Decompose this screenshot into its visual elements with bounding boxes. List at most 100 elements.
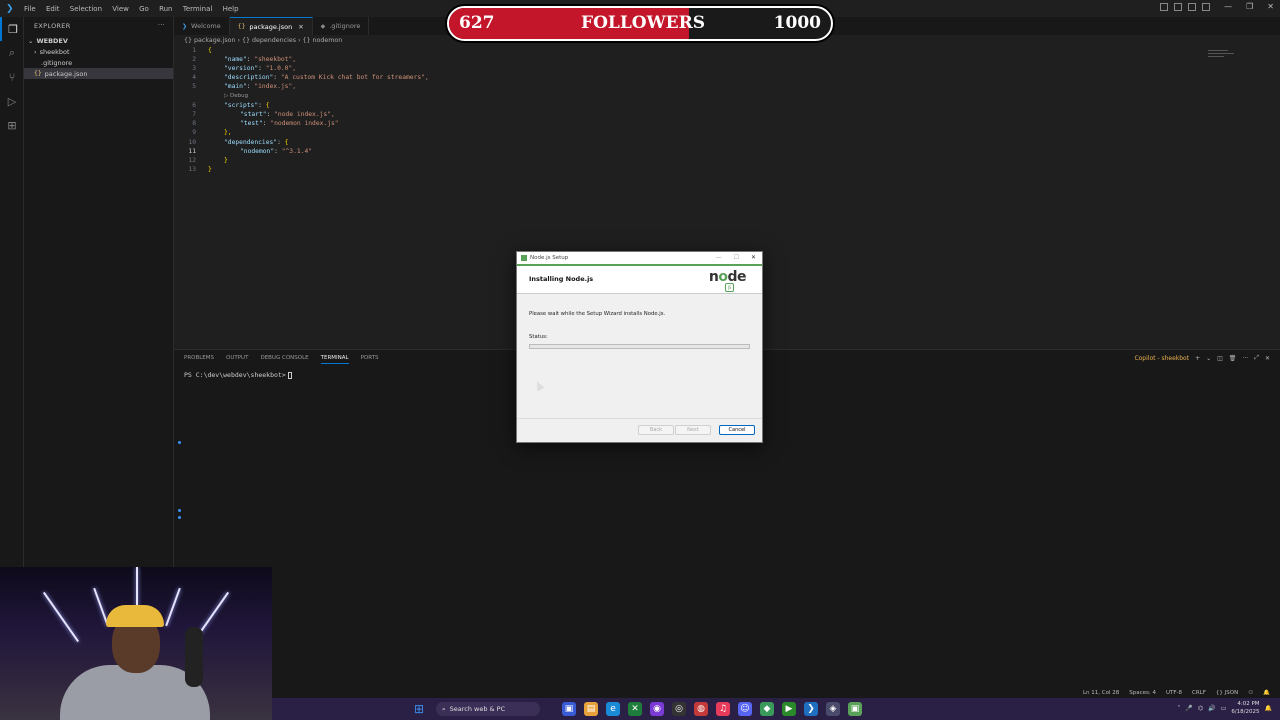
- line-number: 7: [192, 111, 196, 118]
- network-icon[interactable]: ⌬: [1198, 705, 1203, 712]
- layout-sidebar-icon[interactable]: [1160, 3, 1168, 11]
- minimize-icon[interactable]: —: [1224, 2, 1232, 11]
- tab-terminal[interactable]: TERMINAL: [320, 355, 349, 364]
- minimap[interactable]: [1208, 48, 1234, 60]
- chevron-down-icon[interactable]: ⌄: [1206, 355, 1211, 362]
- followers-label: FOLLOWERS: [581, 13, 706, 33]
- close-tab-icon[interactable]: ✕: [298, 23, 303, 31]
- menu-edit[interactable]: Edit: [46, 5, 60, 13]
- status-indentation[interactable]: Spaces: 4: [1129, 690, 1156, 696]
- tree-item-gitignore[interactable]: .gitignore: [24, 57, 173, 68]
- codelens-debug[interactable]: ▷ Debug: [224, 93, 248, 99]
- minimize-icon[interactable]: —: [716, 254, 722, 261]
- json-key: "name": [224, 56, 247, 63]
- menu-terminal[interactable]: Terminal: [183, 5, 213, 13]
- notifications-icon[interactable]: 🔔: [1263, 690, 1270, 696]
- status-cursor-position[interactable]: Ln 11, Col 28: [1083, 690, 1119, 696]
- chrome-icon[interactable]: ◍: [694, 702, 708, 716]
- status-eol[interactable]: CRLF: [1192, 690, 1206, 696]
- code-line: "test": "nodemon index.js": [240, 120, 339, 127]
- next-button[interactable]: Next: [675, 425, 711, 435]
- json-key: "test": [240, 120, 263, 127]
- menu-selection[interactable]: Selection: [70, 5, 102, 13]
- taskbar-search[interactable]: ⌕ Search web & PC: [436, 702, 540, 716]
- close-panel-icon[interactable]: ✕: [1265, 355, 1270, 362]
- more-actions-icon[interactable]: ···: [1242, 355, 1248, 362]
- json-key: "main": [224, 83, 247, 90]
- tab-ports[interactable]: PORTS: [361, 355, 379, 364]
- maximize-icon[interactable]: ☐: [734, 254, 739, 261]
- folder-root[interactable]: ⌄ WEBDEV: [24, 35, 173, 46]
- code-brace: },: [224, 129, 232, 136]
- tree-item-package-json[interactable]: {} package.json: [24, 68, 173, 79]
- chevron-up-icon[interactable]: ˄: [1177, 705, 1180, 712]
- menu-run[interactable]: Run: [159, 5, 172, 13]
- volume-icon[interactable]: 🔊: [1208, 705, 1215, 712]
- tree-item-sheekbot[interactable]: › sheekbot: [24, 46, 173, 57]
- edge-icon[interactable]: e: [606, 702, 620, 716]
- layout-secondary-icon[interactable]: [1188, 3, 1196, 11]
- terminal-prompt[interactable]: PS C:\dev\webdev\sheekbot>: [184, 371, 292, 379]
- app-icon[interactable]: ◆: [760, 702, 774, 716]
- music-icon[interactable]: ♫: [716, 702, 730, 716]
- app-icon[interactable]: ◉: [650, 702, 664, 716]
- restore-icon[interactable]: ❐: [1246, 2, 1253, 11]
- tab-output[interactable]: OUTPUT: [226, 355, 248, 364]
- layout-customize-icon[interactable]: [1202, 3, 1210, 11]
- node-setup-icon[interactable]: ▣: [848, 702, 862, 716]
- explorer-icon[interactable]: ❐: [0, 17, 24, 41]
- file-explorer-icon[interactable]: ▤: [584, 702, 598, 716]
- menu-bar: File Edit Selection View Go Run Terminal…: [24, 5, 247, 13]
- tab-package-json[interactable]: {} package.json ✕: [229, 17, 313, 35]
- vscode-taskbar-icon[interactable]: ❯: [804, 702, 818, 716]
- layout-panel-icon[interactable]: [1174, 3, 1182, 11]
- breadcrumb-nodemon[interactable]: {} nodemon: [303, 37, 343, 44]
- menu-help[interactable]: Help: [223, 5, 239, 13]
- breadcrumb-dependencies[interactable]: {} dependencies: [242, 37, 296, 44]
- breadcrumb-file[interactable]: {} package.json: [184, 37, 235, 44]
- close-icon[interactable]: ✕: [1267, 2, 1274, 11]
- back-button[interactable]: Back: [638, 425, 674, 435]
- followers-goal: 1000: [773, 13, 821, 33]
- source-control-icon[interactable]: ⑂: [0, 65, 24, 89]
- tab-label: .gitignore: [329, 22, 361, 30]
- line-number: 2: [192, 56, 196, 63]
- tab-problems[interactable]: PROBLEMS: [184, 355, 214, 364]
- run-debug-icon[interactable]: ▷: [0, 89, 24, 113]
- split-terminal-icon[interactable]: ◫: [1217, 355, 1223, 362]
- discord-icon[interactable]: ☺: [738, 702, 752, 716]
- mic-icon[interactable]: 🎤: [1185, 705, 1192, 712]
- code-brace: {: [208, 47, 212, 54]
- status-encoding[interactable]: UTF-8: [1166, 690, 1182, 696]
- code-brace: }: [224, 157, 228, 164]
- windows-taskbar: ⊞ ⌕ Search web & PC ▣ ▤ e ✕ ◉ ◎ ◍ ♫ ☺ ◆ …: [272, 698, 1280, 720]
- extensions-icon[interactable]: ⊞: [0, 113, 24, 137]
- kick-icon[interactable]: ▶: [782, 702, 796, 716]
- notification-center-icon[interactable]: 🔔: [1265, 705, 1272, 712]
- app-icon[interactable]: ◈: [826, 702, 840, 716]
- cancel-button[interactable]: Cancel: [719, 425, 755, 435]
- more-actions-icon[interactable]: ···: [158, 21, 165, 29]
- close-icon[interactable]: ✕: [751, 254, 756, 261]
- trash-icon[interactable]: 🗑: [1229, 355, 1237, 362]
- status-language[interactable]: {} JSON: [1216, 690, 1238, 696]
- new-terminal-icon[interactable]: +: [1195, 355, 1200, 362]
- search-icon[interactable]: ⌕: [0, 41, 24, 65]
- tab-welcome[interactable]: ❯ Welcome: [174, 17, 230, 35]
- tab-gitignore[interactable]: ◆ .gitignore: [313, 17, 370, 35]
- menu-view[interactable]: View: [112, 5, 129, 13]
- task-view-icon[interactable]: ▣: [562, 702, 576, 716]
- neon-light: [42, 591, 80, 643]
- copilot-icon[interactable]: ⚇: [1248, 690, 1253, 696]
- maximize-panel-icon[interactable]: ⤢: [1254, 354, 1259, 362]
- obs-icon[interactable]: ◎: [672, 702, 686, 716]
- tab-debug-console[interactable]: DEBUG CONSOLE: [260, 355, 308, 364]
- xbox-icon[interactable]: ✕: [628, 702, 642, 716]
- dialog-title-bar: Node.js Setup — ☐ ✕: [517, 252, 762, 264]
- menu-go[interactable]: Go: [139, 5, 149, 13]
- terminal-name[interactable]: Copilot - sheekbot: [1134, 355, 1189, 362]
- battery-icon[interactable]: ▭: [1221, 705, 1227, 712]
- windows-start-icon[interactable]: ⊞: [414, 703, 426, 715]
- clock[interactable]: 4:02 PM 6/18/2025: [1231, 700, 1259, 716]
- menu-file[interactable]: File: [24, 5, 36, 13]
